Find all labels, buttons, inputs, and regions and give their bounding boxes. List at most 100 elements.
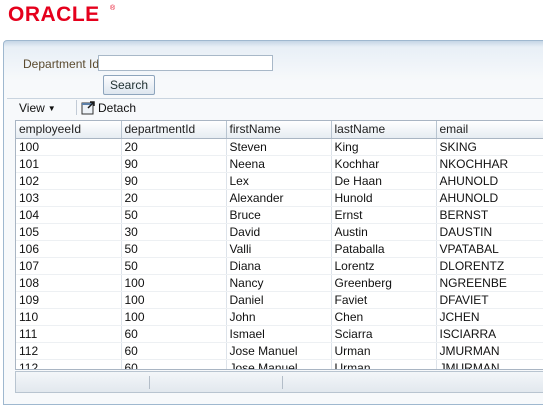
- cell-last-name: Lorentz: [331, 257, 437, 275]
- cell-last-name: Chen: [331, 308, 437, 326]
- column-header-email[interactable]: email: [436, 121, 543, 139]
- table-header-row: employeeId departmentId firstName lastNa…: [16, 121, 543, 139]
- table-row[interactable]: 102 90 Lex De Haan AHUNOLD: [16, 172, 543, 190]
- table-row[interactable]: 109 100 Daniel Faviet DFAVIET: [16, 291, 543, 309]
- toolbar-separator: [76, 100, 77, 115]
- cell-first-name: Bruce: [226, 206, 332, 224]
- cell-department-id: 60: [121, 359, 227, 369]
- cell-last-name: Urman: [331, 359, 437, 369]
- oracle-logo: ORACLE ®: [8, 3, 115, 26]
- column-header-department-id[interactable]: departmentId: [121, 121, 227, 139]
- cell-last-name: King: [331, 138, 437, 156]
- cell-employee-id: 110: [16, 308, 122, 326]
- cell-email: AHUNOLD: [436, 172, 543, 190]
- chevron-down-icon: ▼: [47, 104, 56, 113]
- table-row[interactable]: 100 20 Steven King SKING: [16, 138, 543, 156]
- department-id-label: Department Id: [23, 57, 100, 71]
- cell-department-id: 50: [121, 240, 227, 258]
- table-row[interactable]: 112 60 Jose Manuel Urman JMURMAN: [16, 359, 543, 369]
- cell-first-name: Ismael: [226, 325, 332, 343]
- view-menu-label: View: [19, 101, 45, 115]
- table-footer: [15, 371, 543, 393]
- cell-department-id: 100: [121, 308, 227, 326]
- cell-email: JCHEN: [436, 308, 543, 326]
- cell-department-id: 50: [121, 206, 227, 224]
- logo-text: ORACLE: [8, 3, 100, 26]
- cell-department-id: 20: [121, 138, 227, 156]
- footer-separator: [149, 376, 150, 389]
- table-row[interactable]: 112 60 Jose Manuel Urman JMURMAN: [16, 342, 543, 360]
- cell-employee-id: 100: [16, 138, 122, 156]
- cell-email: DFAVIET: [436, 291, 543, 309]
- cell-employee-id: 111: [16, 325, 122, 343]
- cell-first-name: Nancy: [226, 274, 332, 292]
- cell-email: JMURMAN: [436, 359, 543, 369]
- table-row[interactable]: 103 20 Alexander Hunold AHUNOLD: [16, 189, 543, 207]
- cell-first-name: Jose Manuel: [226, 342, 332, 360]
- cell-employee-id: 105: [16, 223, 122, 241]
- cell-department-id: 90: [121, 155, 227, 173]
- cell-first-name: Diana: [226, 257, 332, 275]
- cell-email: DAUSTIN: [436, 223, 543, 241]
- table-row[interactable]: 101 90 Neena Kochhar NKOCHHAR: [16, 155, 543, 173]
- cell-email: DLORENTZ: [436, 257, 543, 275]
- table-row[interactable]: 107 50 Diana Lorentz DLORENTZ: [16, 257, 543, 275]
- view-menu-button[interactable]: View ▼: [19, 101, 56, 115]
- cell-first-name: Neena: [226, 155, 332, 173]
- table-row[interactable]: 110 100 John Chen JCHEN: [16, 308, 543, 326]
- detach-button[interactable]: Detach: [81, 100, 136, 115]
- cell-first-name: Lex: [226, 172, 332, 190]
- cell-employee-id: 112: [16, 359, 122, 369]
- cell-first-name: Daniel: [226, 291, 332, 309]
- table-row[interactable]: 108 100 Nancy Greenberg NGREENBE: [16, 274, 543, 292]
- cell-first-name: John: [226, 308, 332, 326]
- cell-email: NGREENBE: [436, 274, 543, 292]
- cell-first-name: Jose Manuel: [226, 359, 332, 369]
- cell-employee-id: 102: [16, 172, 122, 190]
- cell-department-id: 50: [121, 257, 227, 275]
- cell-employee-id: 109: [16, 291, 122, 309]
- cell-first-name: Alexander: [226, 189, 332, 207]
- cell-first-name: Valli: [226, 240, 332, 258]
- department-id-input[interactable]: [98, 55, 273, 71]
- column-header-first-name[interactable]: firstName: [226, 121, 332, 139]
- search-button[interactable]: Search: [103, 75, 155, 95]
- cell-employee-id: 104: [16, 206, 122, 224]
- cell-last-name: Urman: [331, 342, 437, 360]
- registered-mark: ®: [110, 5, 116, 12]
- cell-last-name: Pataballa: [331, 240, 437, 258]
- cell-last-name: Sciarra: [331, 325, 437, 343]
- cell-first-name: David: [226, 223, 332, 241]
- detach-label: Detach: [98, 100, 137, 115]
- cell-email: NKOCHHAR: [436, 155, 543, 173]
- cell-employee-id: 103: [16, 189, 122, 207]
- cell-last-name: Faviet: [331, 291, 437, 309]
- employees-grid: employeeId departmentId firstName lastNa…: [16, 121, 543, 369]
- cell-last-name: De Haan: [331, 172, 437, 190]
- table-body: 100 20 Steven King SKING 101 90 Neena Kochhar NKO…: [16, 138, 543, 369]
- cell-employee-id: 108: [16, 274, 122, 292]
- cell-department-id: 90: [121, 172, 227, 190]
- cell-first-name: Steven: [226, 138, 332, 156]
- cell-last-name: Kochhar: [331, 155, 437, 173]
- column-header-last-name[interactable]: lastName: [331, 121, 437, 139]
- footer-separator: [282, 376, 283, 389]
- cell-last-name: Greenberg: [331, 274, 437, 292]
- table-row[interactable]: 111 60 Ismael Sciarra ISCIARRA: [16, 325, 543, 343]
- cell-email: BERNST: [436, 206, 543, 224]
- cell-last-name: Hunold: [331, 189, 437, 207]
- table-row[interactable]: 106 50 Valli Pataballa VPATABAL: [16, 240, 543, 258]
- cell-email: ISCIARRA: [436, 325, 543, 343]
- table-row[interactable]: 104 50 Bruce Ernst BERNST: [16, 206, 543, 224]
- cell-email: AHUNOLD: [436, 189, 543, 207]
- table-row[interactable]: 105 30 David Austin DAUSTIN: [16, 223, 543, 241]
- cell-department-id: 20: [121, 189, 227, 207]
- cell-email: SKING: [436, 138, 543, 156]
- cell-department-id: 60: [121, 342, 227, 360]
- column-header-employee-id[interactable]: employeeId: [16, 121, 122, 139]
- cell-department-id: 100: [121, 274, 227, 292]
- cell-last-name: Ernst: [331, 206, 437, 224]
- cell-employee-id: 112: [16, 342, 122, 360]
- detach-window-icon: [81, 101, 95, 115]
- cell-department-id: 30: [121, 223, 227, 241]
